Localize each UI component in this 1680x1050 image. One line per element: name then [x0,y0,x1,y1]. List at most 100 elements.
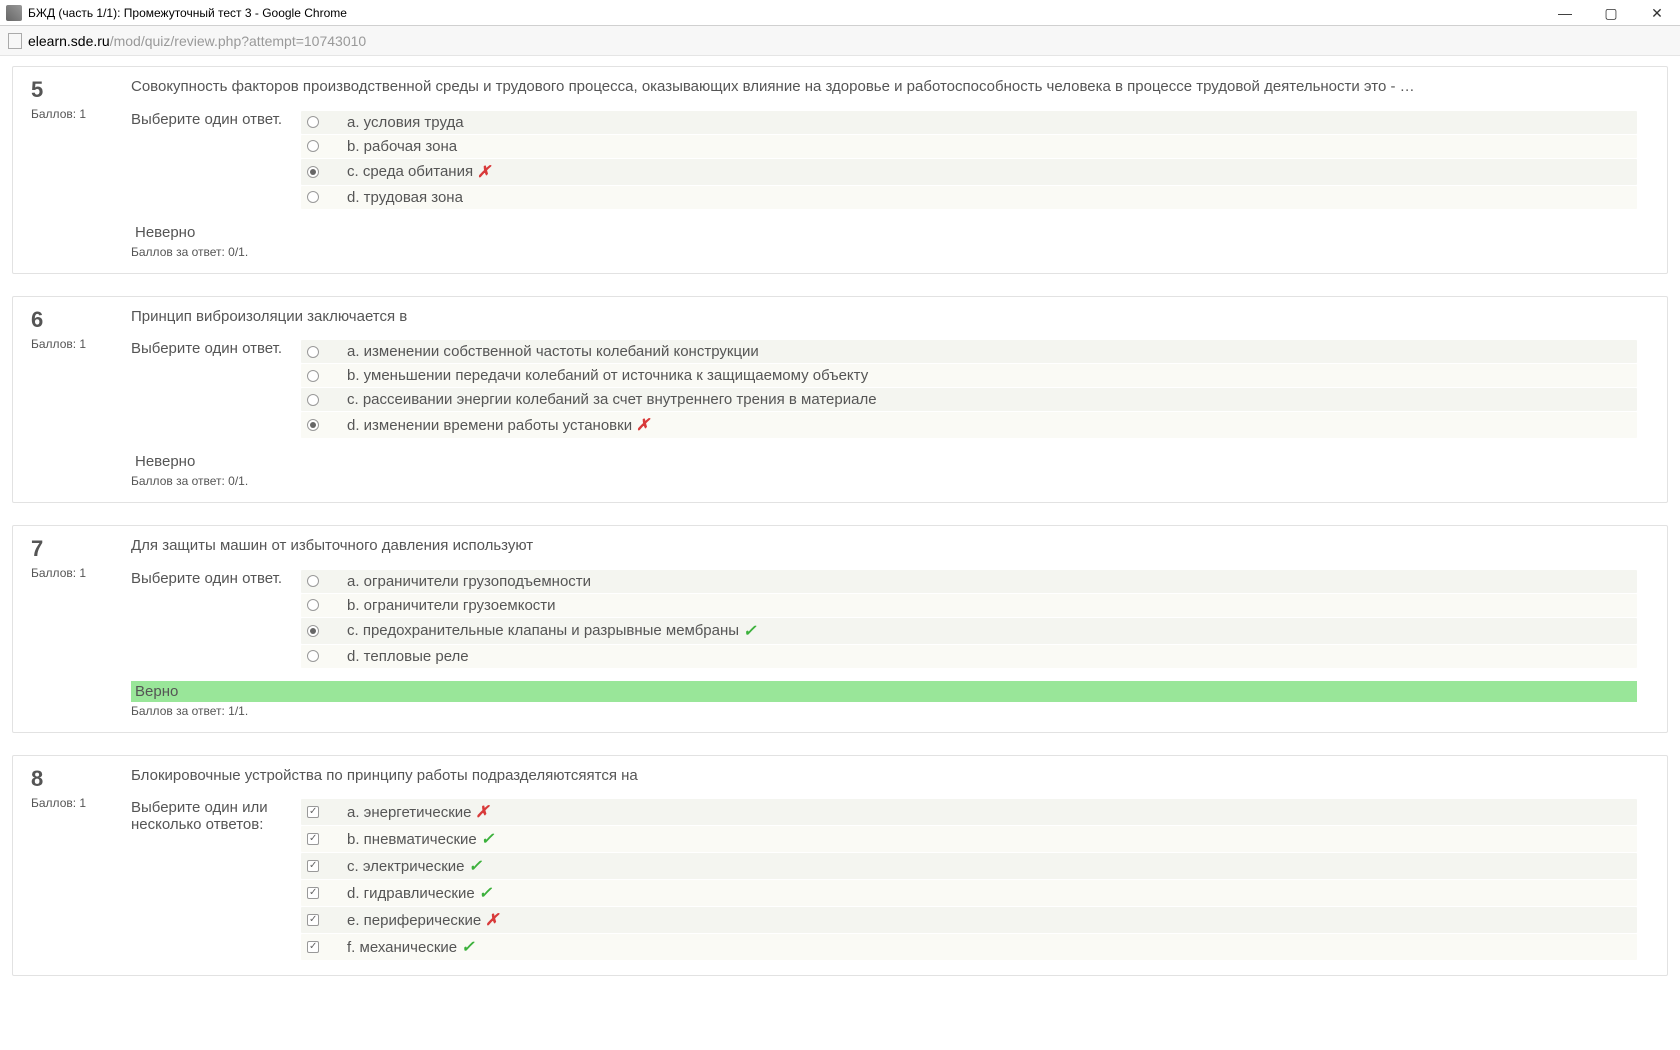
radio-icon[interactable] [307,166,319,178]
answer-option[interactable]: b. ограничители грузоемкости [301,594,1637,617]
answer-option[interactable]: d. трудовая зона [301,186,1637,209]
answer-text: d. гидравлические [347,885,475,902]
answer-option[interactable]: a. изменении собственной частоты колебан… [301,340,1637,363]
question-block: 8 Баллов: 1Блокировочные устройства по пр… [12,755,1668,977]
answer-text: a. энергетические [347,804,471,821]
checkbox-icon[interactable] [307,914,319,926]
radio-icon[interactable] [307,575,319,587]
window-controls: — ▢ ✕ [1542,0,1680,26]
address-bar[interactable]: elearn.sde.ru/mod/quiz/review.php?attemp… [0,26,1680,56]
radio-icon[interactable] [307,346,319,358]
question-points: Баллов: 1 [31,796,131,810]
answer-text: a. условия труда [347,114,464,131]
url-path: /mod/quiz/review.php?attempt=10743010 [110,33,366,49]
question-prompt: Выберите один ответ. [131,570,301,587]
score-text: Баллов за ответ: 0/1. [131,474,1637,488]
answer-text: c. среда обитания [347,163,473,180]
checkbox-icon[interactable] [307,887,319,899]
score-text: Баллов за ответ: 0/1. [131,245,1637,259]
page-icon [8,33,22,49]
radio-icon[interactable] [307,370,319,382]
window-title: БЖД (часть 1/1): Промежуточный тест 3 - … [28,6,347,20]
page-content[interactable]: 5Баллов: 1Совокупность факторов производ… [0,56,1680,1050]
question-number: 8 [31,766,131,792]
answer-text: c. предохранительные клапаны и разрывные… [347,622,739,639]
check-icon: ✓ [469,856,482,876]
question-text: Принцип виброизоляции заключается в [131,307,1637,327]
answer-option[interactable]: e. периферические✗ [301,907,1637,933]
close-button[interactable]: ✕ [1634,0,1680,26]
question-points: Баллов: 1 [31,566,131,580]
radio-icon[interactable] [307,394,319,406]
answer-option[interactable]: b. уменьшении передачи колебаний от исто… [301,364,1637,387]
answer-text: d. трудовая зона [347,189,463,206]
question-text: Для защиты машин от избыточного давления… [131,536,1637,556]
radio-icon[interactable] [307,140,319,152]
answer-text: b. ограничители грузоемкости [347,597,556,614]
answer-option[interactable]: c. рассеивании энергии колебаний за счет… [301,388,1637,411]
result-text: Неверно [131,451,1637,472]
answer-option[interactable]: b. пневматические✓ [301,826,1637,852]
radio-icon[interactable] [307,191,319,203]
cross-icon: ✗ [477,162,490,182]
radio-icon[interactable] [307,625,319,637]
answer-option[interactable]: a. условия труда [301,111,1637,134]
question-number: 7 [31,536,131,562]
minimize-button[interactable]: — [1542,0,1588,26]
radio-icon[interactable] [307,116,319,128]
question-prompt: Выберите один ответ. [131,111,301,128]
cross-icon: ✗ [485,910,498,930]
answer-text: d. изменении времени работы установки [347,417,632,434]
checkbox-icon[interactable] [307,806,319,818]
radio-icon[interactable] [307,599,319,611]
answer-option[interactable]: b. рабочая зона [301,135,1637,158]
question-text: Совокупность факторов производственной с… [131,77,1637,97]
question-points: Баллов: 1 [31,337,131,351]
check-icon: ✓ [461,937,474,957]
answer-option[interactable]: f. механические✓ [301,934,1637,960]
answer-text: b. пневматические [347,831,477,848]
check-icon: ✓ [481,829,494,849]
answer-option[interactable]: d. гидравлические✓ [301,880,1637,906]
checkbox-icon[interactable] [307,833,319,845]
answer-option[interactable]: d. тепловые реле [301,645,1637,668]
answer-option[interactable]: a. энергетические✗ [301,799,1637,825]
question-text: Блокировочные устройства по принципу раб… [131,766,1637,786]
check-icon: ✓ [743,621,756,641]
radio-icon[interactable] [307,419,319,431]
answer-option[interactable]: d. изменении времени работы установки✗ [301,412,1637,438]
radio-icon[interactable] [307,650,319,662]
answer-option[interactable]: a. ограничители грузоподъемности [301,570,1637,593]
checkbox-icon[interactable] [307,941,319,953]
question-prompt: Выберите один или несколько ответов: [131,799,301,833]
answer-text: b. рабочая зона [347,138,457,155]
answer-text: a. изменении собственной частоты колебан… [347,343,759,360]
question-number: 5 [31,77,131,103]
answer-option[interactable]: c. среда обитания✗ [301,159,1637,185]
cross-icon: ✗ [475,802,488,822]
favicon-icon [6,5,22,21]
answer-text: a. ограничители грузоподъемности [347,573,591,590]
question-number: 6 [31,307,131,333]
result-text: Верно [131,681,1637,702]
maximize-button[interactable]: ▢ [1588,0,1634,26]
result-text: Неверно [131,222,1637,243]
checkbox-icon[interactable] [307,860,319,872]
answer-text: b. уменьшении передачи колебаний от исто… [347,367,868,384]
answer-option[interactable]: c. предохранительные клапаны и разрывные… [301,618,1637,644]
window-titlebar: БЖД (часть 1/1): Промежуточный тест 3 - … [0,0,1680,26]
score-text: Баллов за ответ: 1/1. [131,704,1637,718]
answer-text: c. электрические [347,858,465,875]
question-block: 7 Баллов: 1Для защиты машин от избыточног… [12,525,1668,733]
answer-option[interactable]: c. электрические✓ [301,853,1637,879]
url-host: elearn.sde.ru [28,33,110,49]
answer-text: e. периферические [347,912,481,929]
answer-text: f. механические [347,939,457,956]
answer-text: c. рассеивании энергии колебаний за счет… [347,391,877,408]
question-block: 5 Баллов: 1Совокупность факторов производ… [12,66,1668,274]
question-block: 6 Баллов: 1Принцип виброизоляции заключае… [12,296,1668,504]
check-icon: ✓ [479,883,492,903]
question-prompt: Выберите один ответ. [131,340,301,357]
question-points: Баллов: 1 [31,107,131,121]
cross-icon: ✗ [636,415,649,435]
